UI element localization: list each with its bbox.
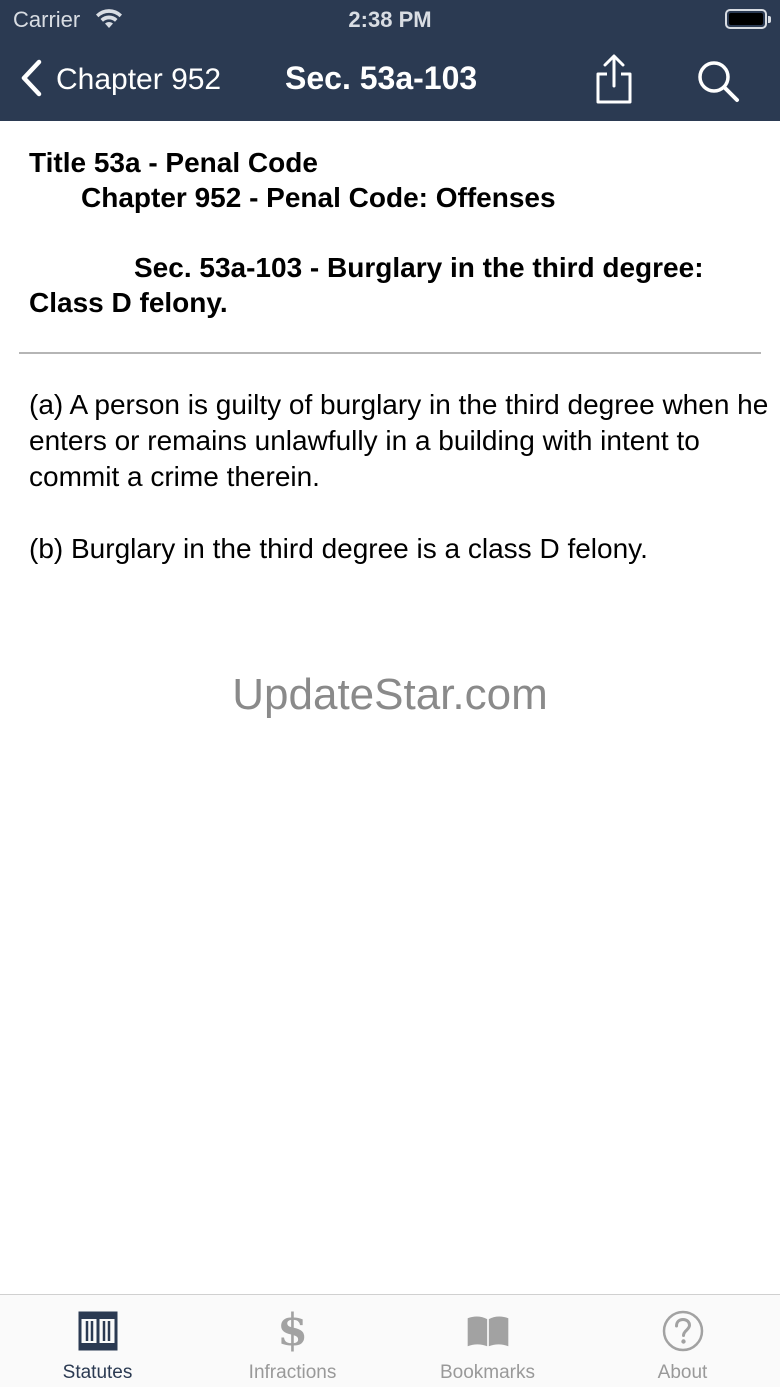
watermark: UpdateStar.com [232, 670, 548, 719]
tab-bar: Statutes $ Infractions Bookmarks About [0, 1294, 780, 1387]
share-icon [593, 54, 635, 110]
statute-heading: Title 53a - Penal Code Chapter 952 - Pen… [29, 145, 759, 320]
battery-icon [725, 9, 771, 29]
chapter-heading: Chapter 952 - Penal Code: Offenses [81, 182, 556, 213]
title-heading: Title 53a - Penal Code [29, 147, 318, 178]
tab-bookmarks[interactable]: Bookmarks [390, 1295, 585, 1387]
tab-infractions[interactable]: $ Infractions [195, 1295, 390, 1387]
clock: 2:38 PM [348, 7, 432, 32]
statute-paragraph-a: (a) A person is guilty of burglary in th… [29, 389, 769, 492]
statute-body: (a) A person is guilty of burglary in th… [29, 387, 774, 603]
tab-statutes[interactable]: Statutes [0, 1295, 195, 1387]
page-title: Sec. 53a-103 [285, 60, 478, 96]
section-heading-continuation: Class D felony. [29, 287, 228, 318]
back-button-label: Chapter 952 [56, 63, 222, 96]
back-button[interactable]: Chapter 952 [20, 54, 221, 106]
book-columns-icon [76, 1309, 120, 1353]
divider [19, 352, 761, 354]
tab-infractions-label: Infractions [248, 1362, 337, 1383]
status-bar: Carrier 2:38 PM [0, 0, 780, 40]
navigation-bar: Chapter 952 Sec. 53a-103 [0, 40, 780, 121]
tab-bookmarks-label: Bookmarks [439, 1362, 536, 1383]
open-book-icon [466, 1309, 510, 1353]
question-circle-icon [661, 1309, 705, 1353]
tab-about[interactable]: About [585, 1295, 780, 1387]
statute-paragraph-b: (b) Burglary in the third degree is a cl… [29, 533, 648, 564]
tab-about-label: About [657, 1362, 708, 1383]
dollar-icon: $ [277, 1305, 308, 1356]
tab-statutes-label: Statutes [62, 1362, 133, 1383]
search-button[interactable] [695, 58, 741, 104]
section-heading: Sec. 53a-103 - Burglary in the third deg… [134, 252, 704, 283]
search-icon [695, 61, 741, 108]
chevron-left-icon [20, 59, 42, 102]
share-button[interactable] [593, 54, 635, 106]
header: Carrier 2:38 PM Chapter 952 Sec. 53a-103 [0, 0, 780, 121]
